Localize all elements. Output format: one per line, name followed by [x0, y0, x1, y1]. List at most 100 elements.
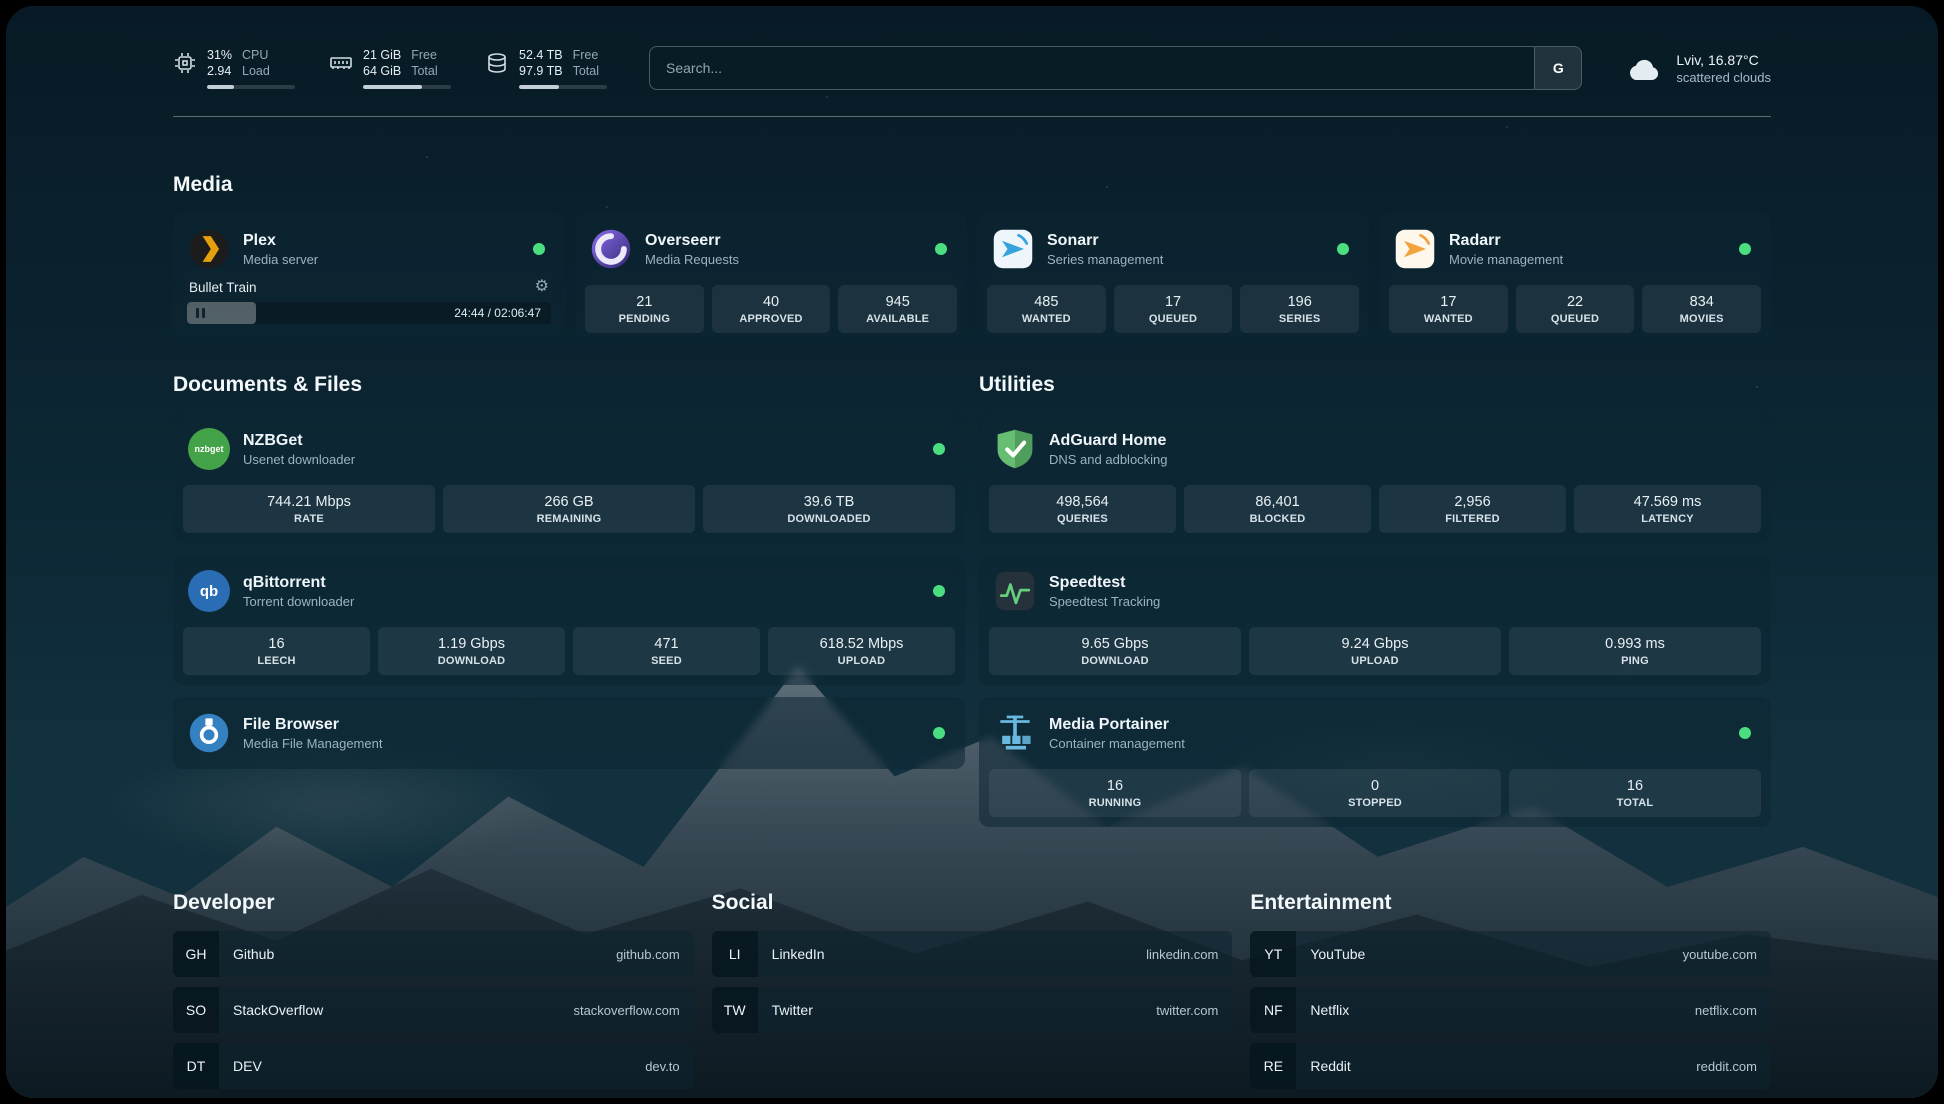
search-provider-button[interactable]: G	[1534, 47, 1581, 89]
service-card-adguard[interactable]: AdGuard Home DNS and adblocking 498,564 …	[979, 413, 1771, 543]
weather-condition: scattered clouds	[1676, 70, 1771, 85]
memory-free: 21 GiB	[363, 47, 401, 63]
section-title-developer: Developer	[173, 891, 694, 915]
bookmark-github[interactable]: GH Github github.com	[173, 931, 694, 977]
bookmark-abbr: LI	[712, 931, 758, 977]
service-name: Media Portainer	[1049, 715, 1185, 734]
stat-download: 1.19 Gbps DOWNLOAD	[378, 627, 565, 675]
section-title-documents: Documents & Files	[173, 373, 965, 397]
stat-upload: 9.24 Gbps UPLOAD	[1249, 627, 1501, 675]
service-subtitle: DNS and adblocking	[1049, 452, 1168, 467]
status-online-dot	[1739, 243, 1751, 255]
service-subtitle: Container management	[1049, 736, 1185, 751]
service-subtitle: Movie management	[1449, 252, 1563, 267]
stat-ping: 0.993 ms PING	[1509, 627, 1761, 675]
status-online-dot	[1739, 727, 1751, 739]
sonarr-icon	[991, 227, 1035, 271]
bookmark-name: Twitter	[758, 987, 813, 1033]
weather-location: Lviv, 16.87°C	[1676, 51, 1771, 71]
stat-rate: 744.21 Mbps RATE	[183, 485, 435, 533]
stat-stopped: 0 STOPPED	[1249, 769, 1501, 817]
stat-approved: 40 APPROVED	[712, 285, 831, 333]
bookmark-abbr: RE	[1250, 1043, 1296, 1089]
nzbget-icon: nzbget	[187, 427, 231, 471]
bookmark-netflix[interactable]: NF Netflix netflix.com	[1250, 987, 1771, 1033]
pause-icon[interactable]	[196, 308, 205, 318]
playback-progress-track[interactable]: 24:44 / 02:06:47	[187, 302, 551, 324]
stat-movies: 834 MOVIES	[1642, 285, 1761, 333]
service-subtitle: Media server	[243, 252, 318, 267]
status-online-dot	[933, 727, 945, 739]
bookmark-group-entertainment: Entertainment YT YouTube youtube.com NF …	[1250, 891, 1771, 1098]
service-card-filebrowser[interactable]: File Browser Media File Management	[173, 697, 965, 769]
bookmark-abbr: TW	[712, 987, 758, 1033]
bookmark-name: Github	[219, 931, 274, 977]
filebrowser-icon	[187, 711, 231, 755]
disk-free: 52.4 TB	[519, 47, 563, 63]
service-name: Speedtest	[1049, 573, 1160, 592]
bookmark-reddit[interactable]: RE Reddit reddit.com	[1250, 1043, 1771, 1089]
bookmark-domain: reddit.com	[1696, 1043, 1771, 1089]
section-title-utilities: Utilities	[979, 373, 1771, 397]
topbar-divider	[173, 116, 1771, 117]
portainer-icon	[993, 711, 1037, 755]
stat-remaining: 266 GB REMAINING	[443, 485, 695, 533]
section-utilities: Utilities AdGuard Home DNS and	[979, 373, 1771, 839]
stat-queued: 17 QUEUED	[1114, 285, 1233, 333]
gear-icon[interactable]: ⚙	[535, 279, 549, 295]
disk-icon	[485, 51, 509, 75]
disk-progress-fill	[519, 85, 559, 89]
overseerr-icon	[589, 227, 633, 271]
status-online-dot	[933, 585, 945, 597]
bookmark-stackoverflow[interactable]: SO StackOverflow stackoverflow.com	[173, 987, 694, 1033]
weather-widget: Lviv, 16.87°C scattered clouds	[1624, 51, 1771, 86]
radarr-icon	[1393, 227, 1437, 271]
bookmark-linkedin[interactable]: LI LinkedIn linkedin.com	[712, 931, 1233, 977]
memory-widget: 21 GiB 64 GiB Free Total	[329, 47, 451, 90]
bookmark-group-developer: Developer GH Github github.com SO StackO…	[173, 891, 694, 1098]
cpu-icon	[173, 51, 197, 75]
bookmark-youtube[interactable]: YT YouTube youtube.com	[1250, 931, 1771, 977]
service-name: File Browser	[243, 715, 382, 734]
stat-queued: 22 QUEUED	[1516, 285, 1635, 333]
memory-progress-fill	[363, 85, 422, 89]
cpu-progress-track	[207, 85, 295, 89]
service-card-speedtest[interactable]: Speedtest Speedtest Tracking 9.65 Gbps D…	[979, 555, 1771, 685]
service-card-sonarr[interactable]: Sonarr Series management 485 WANTED 17 Q…	[977, 213, 1369, 343]
cpu-percent: 31%	[207, 47, 232, 63]
cpu-label: Load	[242, 63, 270, 79]
bookmark-abbr: YT	[1250, 931, 1296, 977]
service-card-overseerr[interactable]: Overseerr Media Requests 21 PENDING 40 A…	[575, 213, 967, 343]
bookmark-twitter[interactable]: TW Twitter twitter.com	[712, 987, 1233, 1033]
stat-leech: 16 LEECH	[183, 627, 370, 675]
stat-available: 945 AVAILABLE	[838, 285, 957, 333]
bookmark-dev[interactable]: DT DEV dev.to	[173, 1043, 694, 1089]
stat-download: 9.65 Gbps DOWNLOAD	[989, 627, 1241, 675]
service-name: Radarr	[1449, 231, 1563, 250]
bookmark-domain: stackoverflow.com	[573, 987, 693, 1033]
stat-blocked: 86,401 BLOCKED	[1184, 485, 1371, 533]
qbittorrent-icon: qb	[187, 569, 231, 613]
bookmark-domain: dev.to	[645, 1043, 693, 1089]
service-card-portainer[interactable]: Media Portainer Container management 16 …	[979, 697, 1771, 827]
bookmark-domain: github.com	[616, 931, 694, 977]
service-card-nzbget[interactable]: nzbget NZBGet Usenet downloader 744.21 M…	[173, 413, 965, 543]
service-card-plex[interactable]: Plex Media server Bullet Train ⚙	[173, 213, 565, 343]
disk-label: Free	[573, 47, 599, 63]
search-input[interactable]	[650, 47, 1534, 89]
service-card-radarr[interactable]: Radarr Movie management 17 WANTED 22 QUE…	[1379, 213, 1771, 343]
disk-label: Total	[573, 63, 599, 79]
bookmark-name: LinkedIn	[758, 931, 825, 977]
adguard-icon	[993, 427, 1037, 471]
memory-label: Total	[411, 63, 437, 79]
disk-widget: 52.4 TB 97.9 TB Free Total	[485, 47, 607, 90]
bookmark-name: Netflix	[1296, 987, 1349, 1033]
service-card-qbittorrent[interactable]: qb qBittorrent Torrent downloader 16 LEE…	[173, 555, 965, 685]
stat-total: 16 TOTAL	[1509, 769, 1761, 817]
service-subtitle: Series management	[1047, 252, 1163, 267]
cloud-icon	[1624, 52, 1664, 84]
search-bar: G	[649, 46, 1582, 90]
stat-series: 196 SERIES	[1240, 285, 1359, 333]
stat-pending: 21 PENDING	[585, 285, 704, 333]
bookmark-domain: youtube.com	[1683, 931, 1771, 977]
